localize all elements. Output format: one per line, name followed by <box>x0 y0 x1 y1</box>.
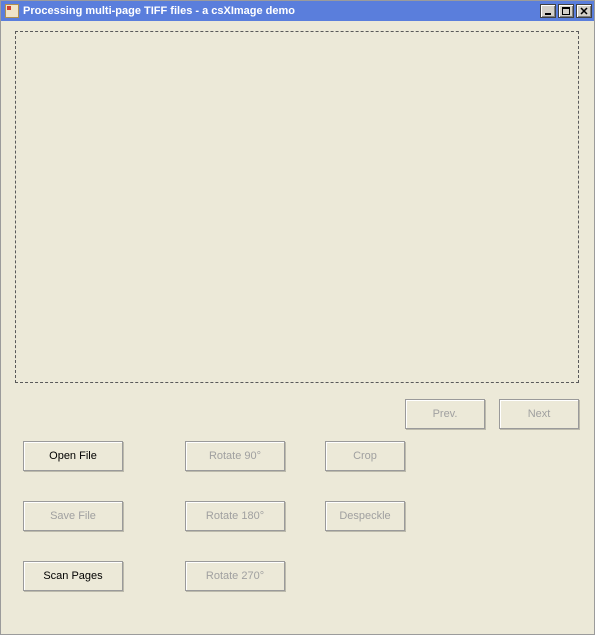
minimize-icon <box>544 7 552 15</box>
crop-button[interactable]: Crop <box>325 441 405 471</box>
maximize-icon <box>562 7 570 15</box>
close-button[interactable] <box>576 4 592 18</box>
window-controls <box>538 4 592 18</box>
save-file-button[interactable]: Save File <box>23 501 123 531</box>
window-title: Processing multi-page TIFF files - a csX… <box>23 5 538 17</box>
rotate-270-button[interactable]: Rotate 270° <box>185 561 285 591</box>
rotate-90-button[interactable]: Rotate 90° <box>185 441 285 471</box>
titlebar: Processing multi-page TIFF files - a csX… <box>1 1 594 21</box>
rotate-180-button[interactable]: Rotate 180° <box>185 501 285 531</box>
open-file-button[interactable]: Open File <box>23 441 123 471</box>
app-window: Processing multi-page TIFF files - a csX… <box>0 0 595 635</box>
despeckle-button[interactable]: Despeckle <box>325 501 405 531</box>
next-button[interactable]: Next <box>499 399 579 429</box>
maximize-button[interactable] <box>558 4 574 18</box>
minimize-button[interactable] <box>540 4 556 18</box>
client-area: Prev. Next Open File Save File Scan Page… <box>1 21 594 634</box>
prev-button[interactable]: Prev. <box>405 399 485 429</box>
app-icon <box>5 4 19 18</box>
image-display-area <box>15 31 579 383</box>
close-icon <box>580 7 588 15</box>
scan-pages-button[interactable]: Scan Pages <box>23 561 123 591</box>
